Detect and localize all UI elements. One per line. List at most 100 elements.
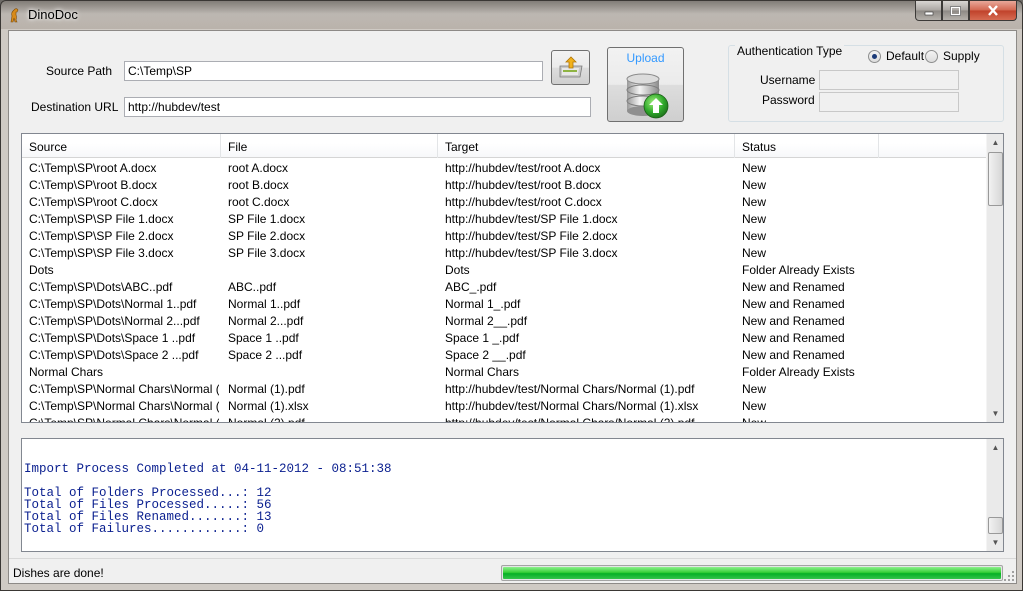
cell-source: Normal Chars bbox=[29, 365, 104, 379]
resize-grip-icon[interactable] bbox=[1003, 570, 1015, 582]
status-bar: Dishes are done! bbox=[9, 558, 1016, 583]
source-path-label: Source Path bbox=[46, 64, 113, 78]
list-row[interactable]: C:\Temp\SP\root A.docx root A.docx http://… bbox=[22, 159, 987, 176]
cell-source: C:\Temp\SP\Dots\Space 2 ...pdf bbox=[29, 348, 199, 362]
upload-button[interactable]: Upload bbox=[607, 47, 684, 122]
list-row[interactable]: C:\Temp\SP\Dots\Space 2 ...pdf Space 2 ..… bbox=[22, 346, 987, 363]
list-row[interactable]: C:\Temp\SP\Dots\Normal 2...pdf Normal 2..… bbox=[22, 312, 987, 329]
database-upload-icon bbox=[626, 73, 669, 119]
cell-status: New and Renamed bbox=[742, 280, 845, 294]
title-bar[interactable]: DinoDoc bbox=[1, 1, 1022, 29]
column-header-source[interactable]: Source bbox=[22, 134, 221, 158]
destination-url-label: Destination URL bbox=[31, 100, 119, 114]
cell-file: root A.docx bbox=[228, 161, 289, 175]
cell-target: Space 2 __.pdf bbox=[445, 348, 526, 362]
cell-source: C:\Temp\SP\Dots\ABC..pdf bbox=[29, 280, 173, 294]
cell-status: New bbox=[742, 416, 767, 423]
cell-file: SP File 2.docx bbox=[228, 229, 306, 243]
progress-bar bbox=[501, 565, 1003, 581]
authentication-group: Authentication Type Default Supply Usern… bbox=[728, 44, 1004, 122]
radio-supply-label[interactable]: Supply bbox=[943, 49, 980, 63]
cell-source: C:\Temp\SP\root B.docx bbox=[29, 178, 158, 192]
username-field[interactable] bbox=[819, 70, 959, 90]
list-row[interactable]: C:\Temp\SP\Normal Chars\Normal (1).... No… bbox=[22, 380, 987, 397]
folder-browse-icon bbox=[559, 55, 582, 77]
cell-source: C:\Temp\SP\Dots\Space 1 ..pdf bbox=[29, 331, 196, 345]
maximize-icon bbox=[950, 5, 961, 16]
log-line: Import Process Completed at 04-11-2012 -… bbox=[24, 462, 392, 476]
cell-source: C:\Temp\SP\SP File 2.docx bbox=[29, 229, 174, 243]
list-row[interactable]: C:\Temp\SP\Dots\Normal 1..pdf Normal 1..p… bbox=[22, 295, 987, 312]
list-header: Source File Target Status bbox=[22, 134, 987, 158]
log-output[interactable]: Import Process Completed at 04-11-2012 -… bbox=[21, 438, 1004, 552]
cell-status: Folder Already Exists bbox=[742, 263, 855, 277]
cell-source: C:\Temp\SP\root C.docx bbox=[29, 195, 158, 209]
close-button[interactable] bbox=[969, 1, 1017, 21]
cell-target: http://hubdev/test/root B.docx bbox=[445, 178, 602, 192]
cell-source: C:\Temp\SP\SP File 1.docx bbox=[29, 212, 174, 226]
maximize-button[interactable] bbox=[942, 1, 969, 21]
list-row[interactable]: C:\Temp\SP\SP File 1.docx SP File 1.docx h… bbox=[22, 210, 987, 227]
radio-supply[interactable] bbox=[925, 50, 938, 63]
log-scroll-up-icon[interactable]: ▲ bbox=[987, 439, 1003, 456]
cell-file: Normal 1..pdf bbox=[228, 297, 301, 311]
log-scrollbar[interactable]: ▲ ▼ bbox=[986, 439, 1003, 551]
source-path-input[interactable]: C:\Temp\SP bbox=[124, 61, 543, 81]
destination-url-input[interactable]: http://hubdev/test bbox=[124, 97, 591, 117]
cell-target: http://hubdev/test/SP File 1.docx bbox=[445, 212, 618, 226]
cell-status: New bbox=[742, 178, 767, 192]
scroll-up-icon[interactable]: ▲ bbox=[987, 134, 1003, 151]
list-row[interactable]: Dots Dots Folder Already Exists bbox=[22, 261, 987, 278]
cell-source: C:\Temp\SP\root A.docx bbox=[29, 161, 157, 175]
column-header-target[interactable]: Target bbox=[438, 134, 735, 158]
password-field[interactable] bbox=[819, 92, 959, 112]
cell-status: New bbox=[742, 195, 767, 209]
list-row[interactable]: C:\Temp\SP\Normal Chars\Normal (2).... No… bbox=[22, 414, 987, 423]
cell-source: C:\Temp\SP\Normal Chars\Normal (2).... bbox=[29, 416, 219, 423]
window-title: DinoDoc bbox=[28, 7, 78, 22]
list-row[interactable]: C:\Temp\SP\SP File 3.docx SP File 3.docx h… bbox=[22, 244, 987, 261]
list-scrollbar[interactable]: ▲ ▼ bbox=[986, 134, 1003, 422]
column-header-status[interactable]: Status bbox=[735, 134, 879, 158]
log-scroll-thumb[interactable] bbox=[988, 517, 1003, 534]
list-row[interactable]: Normal Chars Normal Chars Folder Already E… bbox=[22, 363, 987, 380]
cell-file: root C.docx bbox=[228, 195, 290, 209]
files-list-view[interactable]: Source File Target Status C:\Temp\SP\roo… bbox=[21, 133, 1004, 423]
list-row[interactable]: C:\Temp\SP\root B.docx root B.docx http://… bbox=[22, 176, 987, 193]
cell-target: ABC_.pdf bbox=[445, 280, 497, 294]
cell-target: Normal 2__.pdf bbox=[445, 314, 528, 328]
list-row[interactable]: C:\Temp\SP\SP File 2.docx SP File 2.docx h… bbox=[22, 227, 987, 244]
cell-source: C:\Temp\SP\SP File 3.docx bbox=[29, 246, 174, 260]
cell-target: http://hubdev/test/Normal Chars/Normal (… bbox=[445, 382, 695, 396]
cell-target: http://hubdev/test/Normal Chars/Normal (… bbox=[445, 399, 699, 413]
upload-button-label: Upload bbox=[626, 51, 665, 65]
cell-status: New bbox=[742, 399, 767, 413]
cell-source: Dots bbox=[29, 263, 54, 277]
scroll-down-icon[interactable]: ▼ bbox=[987, 405, 1003, 422]
cell-file: Normal (1).xlsx bbox=[228, 399, 309, 413]
cell-file: SP File 1.docx bbox=[228, 212, 306, 226]
password-label: Password bbox=[762, 93, 815, 107]
list-row[interactable]: C:\Temp\SP\Normal Chars\Normal (1).... No… bbox=[22, 397, 987, 414]
list-row[interactable]: C:\Temp\SP\Dots\Space 1 ..pdf Space 1 ..p… bbox=[22, 329, 987, 346]
app-window: DinoDoc Source Path C:\Temp\SP Destinati… bbox=[0, 0, 1023, 591]
list-row[interactable]: C:\Temp\SP\root C.docx root C.docx http://… bbox=[22, 193, 987, 210]
minimize-button[interactable] bbox=[915, 1, 942, 21]
cell-target: http://hubdev/test/root A.docx bbox=[445, 161, 601, 175]
radio-default-label[interactable]: Default bbox=[886, 49, 924, 63]
log-scroll-down-icon[interactable]: ▼ bbox=[987, 534, 1003, 551]
scroll-thumb[interactable] bbox=[988, 152, 1003, 206]
cell-file: Normal (2).pdf bbox=[228, 416, 305, 423]
cell-source: C:\Temp\SP\Dots\Normal 2...pdf bbox=[29, 314, 200, 328]
cell-target: Normal Chars bbox=[445, 365, 520, 379]
main-panel: Source Path C:\Temp\SP Destination URL h… bbox=[8, 30, 1017, 584]
cell-file: ABC..pdf bbox=[228, 280, 277, 294]
radio-default[interactable] bbox=[868, 50, 881, 63]
cell-target: http://hubdev/test/SP File 2.docx bbox=[445, 229, 618, 243]
browse-button[interactable] bbox=[551, 50, 590, 85]
cell-target: http://hubdev/test/root C.docx bbox=[445, 195, 602, 209]
cell-status: Folder Already Exists bbox=[742, 365, 855, 379]
column-header-file[interactable]: File bbox=[221, 134, 438, 158]
list-row[interactable]: C:\Temp\SP\Dots\ABC..pdf ABC..pdf ABC_.pdf… bbox=[22, 278, 987, 295]
cell-status: New bbox=[742, 246, 767, 260]
